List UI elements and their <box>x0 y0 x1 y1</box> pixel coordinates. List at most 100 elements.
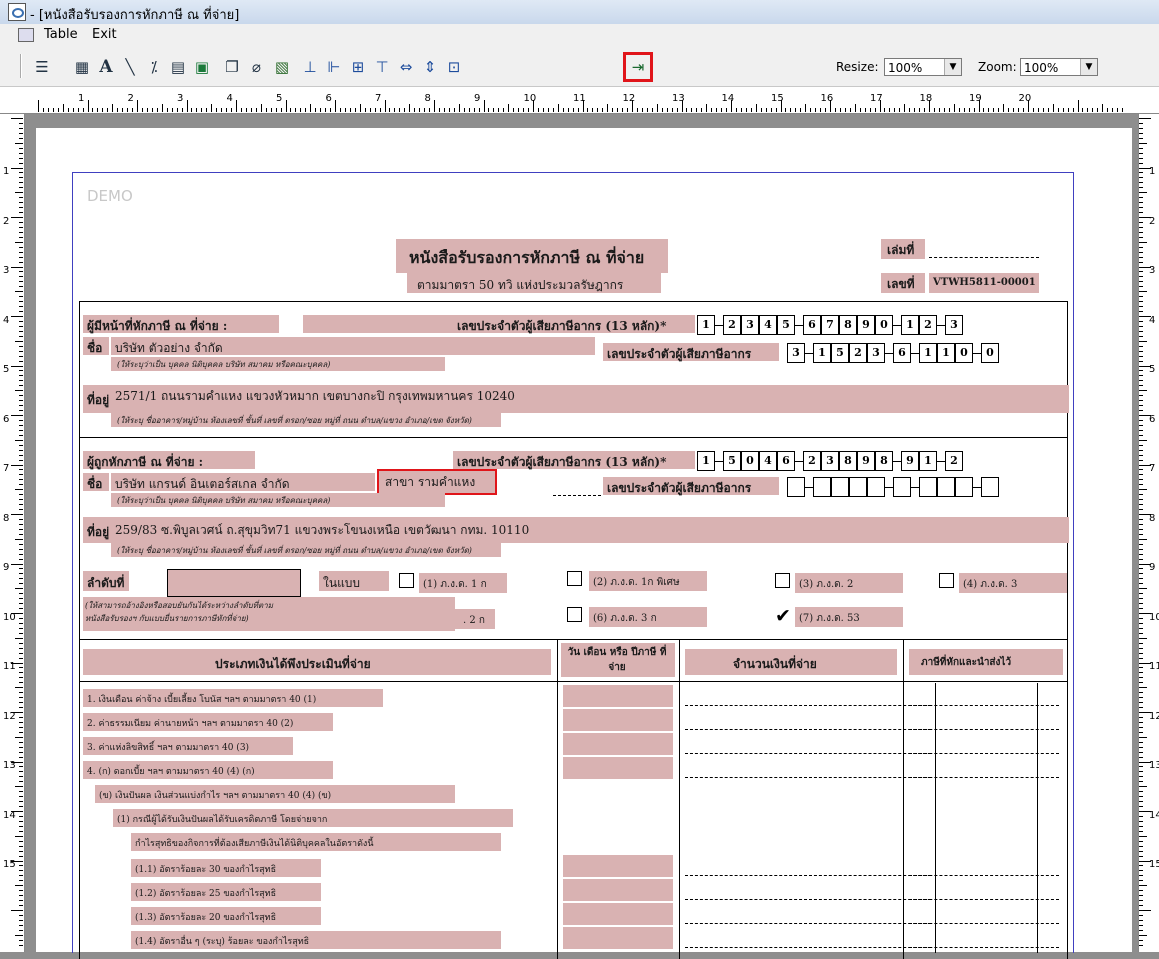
digit-box[interactable]: 1 <box>901 315 919 335</box>
zoom-select[interactable]: 100% ▼ <box>1020 58 1098 76</box>
chevron-down-icon[interactable]: ▼ <box>944 59 961 75</box>
align-left-icon[interactable]: ⊥ <box>300 57 320 77</box>
field-icon[interactable]: ▤ <box>168 57 188 77</box>
digit-box[interactable]: 2 <box>849 343 867 363</box>
menu-exit[interactable]: Exit <box>92 27 117 42</box>
order-input[interactable] <box>167 569 301 597</box>
same-size-icon[interactable]: ⊡ <box>444 57 464 77</box>
chart-icon[interactable]: ▧ <box>272 57 292 77</box>
digit-box[interactable]: 2 <box>919 315 937 335</box>
digit-box[interactable]: 5 <box>777 315 795 335</box>
amount-line <box>685 923 931 924</box>
digit-box[interactable]: 0 <box>741 451 759 471</box>
date-cell[interactable] <box>563 757 673 779</box>
same-height-icon[interactable]: ⇕ <box>420 57 440 77</box>
digit-box[interactable]: 7 <box>821 315 839 335</box>
digit-box[interactable]: 6 <box>777 451 795 471</box>
table-icon[interactable]: ▦ <box>72 57 92 77</box>
digit-box[interactable] <box>813 477 831 497</box>
digit-box[interactable]: 3 <box>821 451 839 471</box>
properties-icon[interactable]: ☰ <box>32 57 52 77</box>
digit-box[interactable]: 1 <box>919 451 937 471</box>
form-subtitle: ตามมาตรา 50 ทวิ แห่งประมวลรัษฎากร <box>417 278 624 292</box>
digit-box[interactable]: 1 <box>697 315 715 335</box>
digit-box[interactable]: 3 <box>741 315 759 335</box>
date-cell[interactable] <box>563 879 673 901</box>
digit-box[interactable]: 9 <box>857 315 875 335</box>
digit-box[interactable]: 3 <box>945 315 963 335</box>
menu-table[interactable]: Table <box>44 27 78 42</box>
horizontal-ruler[interactable]: 1 2 3 4 5 6 7 8 9 10 11 12 13 14 15 16 17 18 19 20 <box>0 87 1159 114</box>
digit-box[interactable] <box>981 477 999 497</box>
digit-box[interactable]: 9 <box>901 451 919 471</box>
digit-box[interactable]: 1 <box>697 451 715 471</box>
digit-box[interactable]: 8 <box>839 315 857 335</box>
form-checkbox-6[interactable] <box>567 607 582 622</box>
digit-box[interactable]: 1 <box>937 343 955 363</box>
digit-box[interactable]: 2 <box>803 451 821 471</box>
payee-address: 259/83 ซ.พิบูลเวศน์ ถ.สุขุมวิท71 แขวงพระ… <box>115 523 530 537</box>
same-width-icon[interactable]: ⇔ <box>396 57 416 77</box>
digit-box[interactable]: 3 <box>787 343 805 363</box>
copy-icon[interactable]: ❐ <box>222 57 242 77</box>
digit-box[interactable]: 1 <box>813 343 831 363</box>
percent-icon[interactable]: ⁒ <box>144 57 164 77</box>
amount-line <box>909 899 1059 900</box>
date-cell[interactable] <box>563 709 673 731</box>
vertical-ruler[interactable]: 1 2 3 4 5 6 7 8 9 10 11 12 13 14 15 <box>0 114 25 952</box>
menu-window-icon[interactable] <box>18 28 34 42</box>
resize-select[interactable]: 100% ▼ <box>884 58 962 76</box>
digit-box[interactable] <box>937 477 955 497</box>
title-bar: - [หนังสือรับรองการหักภาษี ณ ที่จ่าย] <box>0 0 1159 25</box>
digit-box[interactable] <box>919 477 937 497</box>
payer-taxid-label: เลขประจำตัวผู้เสียภาษีอากร (13 หลัก)* <box>457 319 667 333</box>
digit-box[interactable] <box>955 477 973 497</box>
digit-box[interactable]: 0 <box>875 315 893 335</box>
align-top-icon[interactable]: ⊤ <box>372 57 392 77</box>
digit-box[interactable]: 8 <box>875 451 893 471</box>
distribute-icon[interactable]: ⊞ <box>348 57 368 77</box>
date-cell[interactable] <box>563 685 673 707</box>
digit-box[interactable] <box>787 477 805 497</box>
exit-designer-icon[interactable]: ⇥ <box>623 52 653 82</box>
date-cell[interactable] <box>563 927 673 949</box>
digit-box[interactable]: 4 <box>759 451 777 471</box>
payer-extra-field[interactable] <box>303 315 453 333</box>
digit-box[interactable] <box>867 477 885 497</box>
digit-box[interactable] <box>893 477 911 497</box>
digit-box[interactable]: 2 <box>723 315 741 335</box>
digit-box[interactable] <box>831 477 849 497</box>
digit-box[interactable]: 3 <box>867 343 885 363</box>
doc-no-label: เลขที่ <box>887 277 915 291</box>
align-center-icon[interactable]: ⊩ <box>324 57 344 77</box>
text-icon[interactable]: A <box>96 57 116 77</box>
image-icon[interactable]: ▣ <box>192 57 212 77</box>
report-body: DEMO หนังสือรับรองการหักภาษี ณ ที่จ่าย ต… <box>72 172 1074 959</box>
payee-name-note: (ให้ระบุว่าเป็น บุคคล นิติบุคคล บริษัท ส… <box>117 496 331 505</box>
digit-box[interactable]: 6 <box>893 343 911 363</box>
digit-box[interactable]: 4 <box>759 315 777 335</box>
form-checkbox-2[interactable] <box>567 571 582 586</box>
digit-box[interactable]: 8 <box>839 451 857 471</box>
checkmark-icon[interactable]: ✔ <box>775 607 793 626</box>
line-icon[interactable]: ╲ <box>120 57 140 77</box>
digit-box[interactable]: 2 <box>945 451 963 471</box>
digit-box[interactable]: 5 <box>831 343 849 363</box>
resize-value: 100% <box>888 61 923 75</box>
digit-box[interactable] <box>849 477 867 497</box>
digit-box[interactable]: 6 <box>803 315 821 335</box>
digit-box[interactable]: 0 <box>981 343 999 363</box>
digit-box[interactable]: 5 <box>723 451 741 471</box>
chevron-down-icon[interactable]: ▼ <box>1080 59 1097 75</box>
form-checkbox-4[interactable] <box>939 573 954 588</box>
digit-box[interactable]: 1 <box>919 343 937 363</box>
date-cell[interactable] <box>563 903 673 925</box>
payer-name: บริษัท ตัวอย่าง จำกัด <box>115 341 223 355</box>
digit-box[interactable]: 9 <box>857 451 875 471</box>
form-checkbox-3[interactable] <box>775 573 790 588</box>
date-cell[interactable] <box>563 733 673 755</box>
eraser-icon[interactable]: ⌀ <box>246 57 266 77</box>
form-checkbox-1[interactable] <box>399 573 414 588</box>
digit-box[interactable]: 0 <box>955 343 973 363</box>
date-cell[interactable] <box>563 855 673 877</box>
